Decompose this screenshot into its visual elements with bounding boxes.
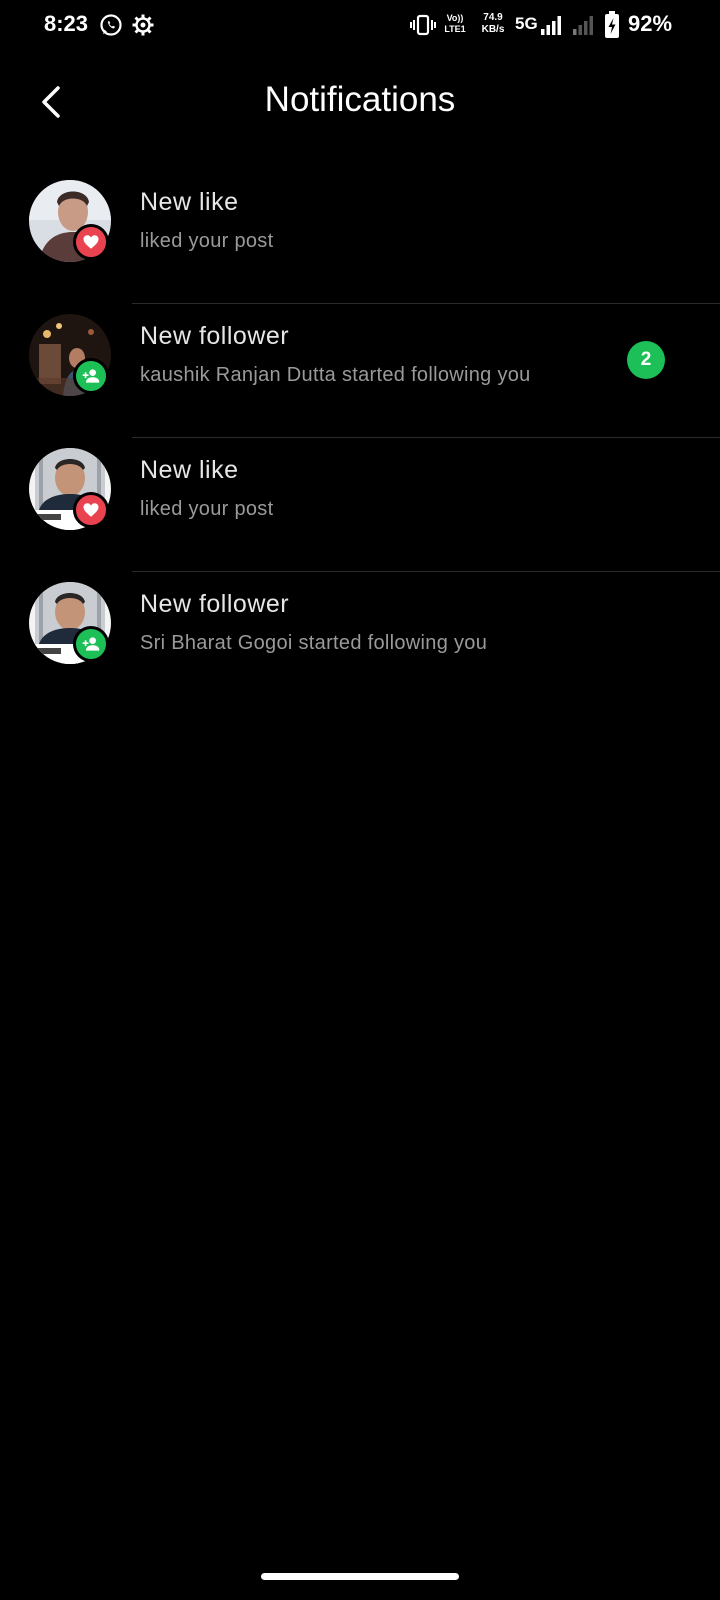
volte-indicator: Vo)) LTE1	[441, 13, 469, 35]
notification-title: New follower	[140, 322, 290, 350]
signal-weak-icon	[573, 16, 593, 35]
heart-icon	[83, 503, 99, 517]
whatsapp-icon	[100, 14, 122, 36]
notification-body: liked your post	[140, 230, 274, 252]
notification-title: New like	[140, 188, 239, 216]
app-header: Notifications	[0, 62, 720, 144]
notification-item[interactable]: New like liked your post	[0, 170, 720, 304]
like-badge	[73, 224, 109, 260]
person-add-icon	[82, 369, 100, 383]
battery-charging-icon	[605, 11, 619, 38]
speed-unit: KB/s	[481, 24, 505, 35]
status-bar: 8:23 Vo)) LTE1 74.9 KB/s 5G 92%	[0, 0, 720, 52]
network-type: 5G	[515, 14, 538, 33]
unread-count-badge: 2	[627, 341, 665, 379]
page-title: Notifications	[264, 80, 456, 119]
home-indicator[interactable]	[261, 1573, 459, 1580]
avatar-container	[29, 180, 111, 262]
notification-title: New like	[140, 456, 239, 484]
follow-badge	[73, 626, 109, 662]
notification-list: New like liked your post New follower ka…	[0, 170, 720, 706]
notification-body: kaushik Ranjan Dutta started following y…	[140, 364, 531, 386]
volte-label: Vo))	[446, 13, 464, 23]
notification-item[interactable]: New follower kaushik Ranjan Dutta starte…	[0, 304, 720, 438]
notification-body: Sri Bharat Gogoi started following you	[140, 632, 488, 654]
notification-item[interactable]: New follower Sri Bharat Gogoi started fo…	[0, 572, 720, 706]
notification-title: New follower	[140, 590, 290, 618]
person-add-icon	[82, 637, 100, 651]
settings-gear-icon	[132, 14, 154, 36]
speed-value: 74.9	[483, 12, 503, 23]
like-badge	[73, 492, 109, 528]
network-speed: 74.9 KB/s	[476, 12, 510, 36]
lte-label: LTE1	[444, 24, 466, 34]
notification-item[interactable]: New like liked your post	[0, 438, 720, 572]
status-time: 8:23	[44, 11, 89, 36]
heart-icon	[83, 235, 99, 249]
avatar-container	[29, 314, 111, 396]
notification-body: liked your post	[140, 498, 274, 520]
avatar-container	[29, 448, 111, 530]
signal-icon	[541, 16, 561, 35]
avatar-container	[29, 582, 111, 664]
follow-badge	[73, 358, 109, 394]
battery-percentage: 92%	[628, 11, 673, 36]
vibrate-icon	[410, 14, 436, 36]
